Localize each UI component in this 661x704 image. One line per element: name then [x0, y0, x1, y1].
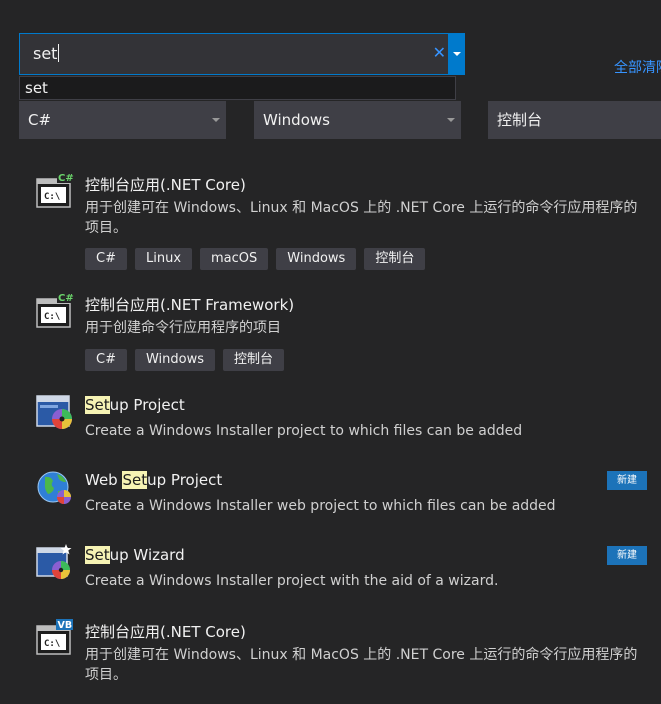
template-description: 用于创建可在 Windows、Linux 和 MacOS 上的 .NET Cor…	[85, 647, 638, 683]
tag-csharp: C#	[85, 248, 127, 270]
setup-wizard-icon	[36, 544, 72, 579]
template-tag-list: C# Windows 控制台	[85, 349, 285, 371]
template-title: Setup Wizard	[85, 546, 185, 564]
template-item-web-setup-project[interactable]: Web Setup Project Create a Windows Insta…	[0, 468, 661, 520]
template-item-setup-project[interactable]: Setup Project Create a Windows Installer…	[0, 393, 661, 445]
template-title: 控制台应用(.NET Core)	[85, 176, 246, 194]
language-filter-value: C#	[28, 111, 52, 129]
chevron-down-icon	[447, 118, 455, 122]
chevron-down-icon	[212, 118, 220, 122]
template-item-console-netframework-csharp[interactable]: C:\ C# 控制台应用(.NET Framework) 用于创建命令行应用程序…	[0, 291, 661, 377]
new-badge: 新建	[607, 471, 647, 490]
tag-linux: Linux	[134, 248, 193, 270]
svg-text:VB: VB	[58, 620, 73, 631]
template-description: Create a Windows Installer project with …	[85, 573, 499, 589]
template-tag-list: C# Linux macOS Windows 控制台	[85, 248, 426, 270]
new-badge: 新建	[607, 546, 647, 565]
clear-all-link[interactable]: 全部清除	[614, 57, 661, 77]
search-match-highlight: Set	[85, 546, 110, 564]
platform-filter-value: Windows	[263, 111, 330, 129]
web-setup-globe-icon	[37, 471, 71, 504]
console-vb-icon: C:\ VB	[36, 619, 73, 655]
project-type-filter-dropdown[interactable]: 控制台	[488, 101, 661, 139]
tag-console: 控制台	[364, 248, 426, 270]
console-csharp-icon: C:\ C#	[36, 172, 74, 208]
tag-windows: Windows	[276, 248, 357, 270]
svg-text:C#: C#	[58, 173, 74, 184]
template-description: 用于创建命令行应用程序的项目	[85, 320, 281, 336]
template-search-box[interactable]: set ✕	[19, 33, 465, 75]
svg-text:C#: C#	[58, 293, 74, 304]
svg-text:C:\: C:\	[44, 312, 60, 322]
template-description: 用于创建可在 Windows、Linux 和 MacOS 上的 .NET Cor…	[85, 200, 638, 236]
tag-console: 控制台	[223, 349, 285, 371]
tag-windows: Windows	[134, 349, 216, 371]
tag-macos: macOS	[200, 248, 269, 270]
template-item-console-netcore-vb[interactable]: C:\ VB 控制台应用(.NET Core) 用于创建可在 Windows、L…	[0, 618, 661, 688]
search-input[interactable]: set	[33, 44, 60, 63]
search-suggestion-item[interactable]: set	[19, 76, 456, 100]
search-history-dropdown-button[interactable]	[448, 33, 465, 75]
clear-search-icon[interactable]: ✕	[433, 43, 446, 63]
template-item-console-netcore-csharp[interactable]: C:\ C# 控制台应用(.NET Core) 用于创建可在 Windows、L…	[0, 171, 661, 276]
template-title: Web Setup Project	[85, 471, 223, 489]
setup-project-icon	[36, 395, 72, 429]
platform-filter-dropdown[interactable]: Windows	[254, 101, 461, 139]
text-caret	[58, 44, 60, 62]
chevron-down-icon	[452, 52, 461, 56]
template-description: Create a Windows Installer project to wh…	[85, 423, 523, 439]
svg-text:C:\: C:\	[44, 192, 60, 202]
project-type-filter-value: 控制台	[497, 111, 543, 129]
template-title: Setup Project	[85, 396, 185, 414]
console-csharp-icon: C:\ C#	[36, 292, 74, 328]
template-title: 控制台应用(.NET Framework)	[85, 296, 295, 314]
search-match-highlight: Set	[85, 396, 110, 414]
tag-csharp: C#	[85, 349, 127, 371]
template-item-setup-wizard[interactable]: Setup Wizard Create a Windows Installer …	[0, 543, 661, 595]
template-description: Create a Windows Installer web project t…	[85, 498, 556, 514]
language-filter-dropdown[interactable]: C#	[19, 101, 226, 139]
template-title: 控制台应用(.NET Core)	[85, 623, 246, 641]
svg-text:C:\: C:\	[44, 639, 60, 649]
search-match-highlight: Set	[122, 471, 148, 489]
